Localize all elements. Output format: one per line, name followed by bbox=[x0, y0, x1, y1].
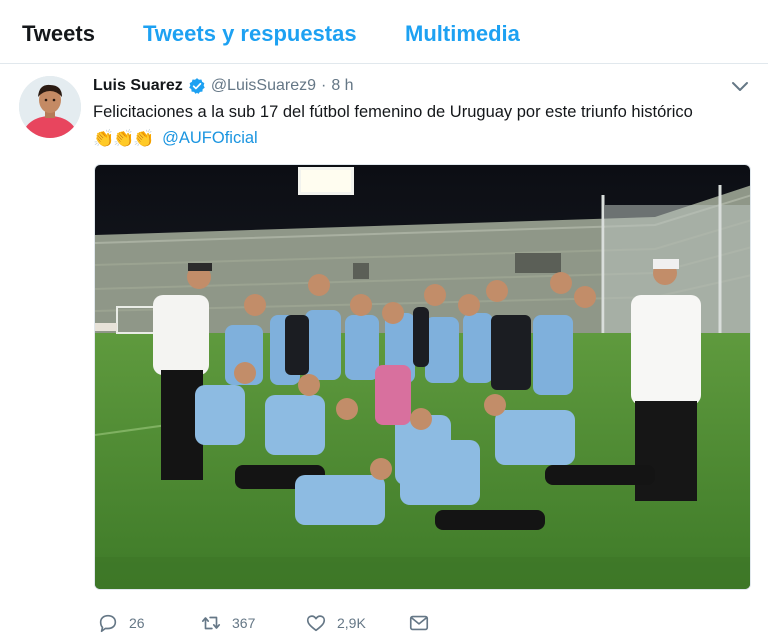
direct-message-button[interactable] bbox=[408, 609, 440, 637]
tweet-text: Felicitaciones a la sub 17 del fútbol fe… bbox=[93, 99, 723, 151]
author-handle[interactable]: @LuisSuarez9 bbox=[211, 77, 316, 95]
reply-count: 26 bbox=[129, 615, 145, 631]
reply-icon bbox=[99, 614, 117, 633]
verified-badge-icon bbox=[189, 78, 205, 94]
clapping-hands-emoji: 👏👏👏 bbox=[93, 129, 155, 148]
chevron-down-icon[interactable] bbox=[730, 80, 750, 94]
tweet-body: Felicitaciones a la sub 17 del fútbol fe… bbox=[93, 103, 693, 121]
team-photo bbox=[95, 165, 750, 589]
retweet-count: 367 bbox=[232, 615, 256, 631]
retweet-icon bbox=[201, 616, 221, 630]
retweet-button[interactable]: 367 bbox=[200, 609, 255, 637]
avatar-image bbox=[19, 76, 81, 138]
tweet[interactable]: Luis Suarez @LuisSuarez9 · 8 h Felicitac… bbox=[0, 64, 768, 643]
reply-button[interactable]: 26 bbox=[97, 609, 145, 637]
tweet-photo[interactable] bbox=[94, 164, 751, 590]
avatar[interactable] bbox=[19, 76, 81, 138]
tab-tweets[interactable]: Tweets bbox=[22, 20, 95, 48]
heart-icon bbox=[306, 615, 326, 632]
envelope-icon bbox=[409, 615, 429, 631]
like-button[interactable]: 2,9K bbox=[305, 609, 366, 637]
tweet-actions: 26 367 2,9K bbox=[0, 609, 768, 637]
like-count: 2,9K bbox=[337, 615, 366, 631]
tab-media[interactable]: Multimedia bbox=[405, 20, 520, 48]
tweet-header: Luis Suarez @LuisSuarez9 · 8 h bbox=[93, 74, 354, 98]
separator-dot: · bbox=[321, 77, 327, 94]
profile-tabs: Tweets Tweets y respuestas Multimedia bbox=[0, 0, 768, 64]
author-name[interactable]: Luis Suarez bbox=[93, 77, 183, 95]
tab-tweets-replies[interactable]: Tweets y respuestas bbox=[143, 20, 357, 48]
tweet-time[interactable]: 8 h bbox=[331, 77, 353, 95]
mention-link[interactable]: @AUFOficial bbox=[162, 129, 258, 147]
